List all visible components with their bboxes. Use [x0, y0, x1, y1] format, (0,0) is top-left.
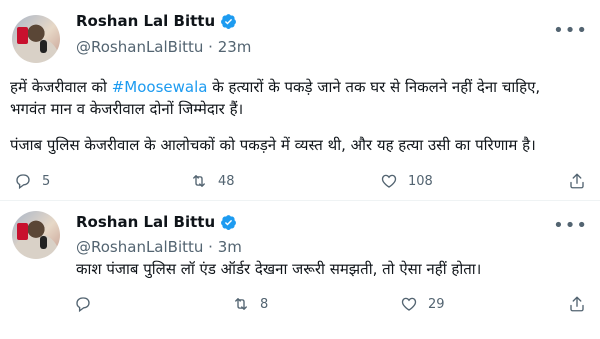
- tweet[interactable]: Roshan Lal Bittu @RoshanLalBittu · 3m ••…: [0, 200, 600, 339]
- share-button[interactable]: [568, 295, 586, 313]
- share-icon: [570, 173, 584, 189]
- retweet-button[interactable]: 48: [190, 172, 235, 190]
- tweet-text-line: हमें केजरीवाल को #Moosewala के हत्यारों …: [10, 76, 540, 98]
- handle-row: @RoshanLalBittu · 3m: [76, 238, 242, 256]
- tweet-text: हमें केजरीवाल को: [10, 78, 112, 96]
- avatar[interactable]: [12, 15, 60, 63]
- hashtag-link[interactable]: #Moosewala: [112, 78, 208, 96]
- author-handle[interactable]: @RoshanLalBittu: [76, 238, 203, 256]
- avatar-detail: [40, 236, 47, 249]
- like-icon: [381, 174, 397, 188]
- tweet-text-line: भगवंत मान व केजरीवाल दोनों जिम्मेदार हैं…: [10, 100, 244, 118]
- tweet-actions: 5 48 108: [0, 172, 600, 192]
- tweet-text-line: पंजाब पुलिस केजरीवाल के आलोचकों को पकड़न…: [10, 136, 536, 154]
- tweet-time[interactable]: · 23m: [208, 38, 251, 56]
- more-options-icon[interactable]: •••: [553, 215, 588, 236]
- tweet-text-line: काश पंजाब पुलिस लॉ एंड ऑर्डर देखना जरूरी…: [76, 260, 482, 278]
- avatar-detail: [17, 27, 28, 44]
- reply-icon: [76, 297, 90, 313]
- reply-icon: [16, 174, 30, 190]
- retweet-icon: [235, 298, 247, 310]
- author-row: Roshan Lal Bittu: [76, 213, 237, 231]
- verified-badge-icon: [221, 13, 237, 29]
- author-name[interactable]: Roshan Lal Bittu: [76, 213, 215, 231]
- author-row: Roshan Lal Bittu: [76, 12, 237, 30]
- retweet-count: 48: [218, 173, 235, 189]
- author-handle[interactable]: @RoshanLalBittu: [76, 38, 203, 56]
- like-icon: [401, 297, 417, 311]
- tweet-text: के हत्यारों के पकड़े जाने तक घर से निकलन…: [207, 78, 541, 96]
- tweet-time[interactable]: · 3m: [208, 238, 242, 256]
- reply-count: 5: [42, 173, 51, 189]
- tweet-actions: 8 29: [0, 295, 600, 315]
- like-button[interactable]: 108: [380, 172, 433, 190]
- verified-badge-icon: [221, 214, 237, 230]
- reply-button[interactable]: [74, 295, 102, 313]
- author-name[interactable]: Roshan Lal Bittu: [76, 12, 215, 30]
- reply-button[interactable]: 5: [14, 172, 50, 190]
- retweet-icon: [193, 175, 205, 187]
- avatar-detail: [40, 40, 47, 53]
- retweet-count: 8: [260, 296, 269, 312]
- more-options-icon[interactable]: •••: [553, 20, 588, 41]
- avatar-detail: [17, 223, 28, 240]
- like-button[interactable]: 29: [400, 295, 445, 313]
- like-count: 108: [408, 173, 433, 189]
- retweet-button[interactable]: 8: [232, 295, 268, 313]
- like-count: 29: [428, 296, 445, 312]
- share-icon: [570, 296, 584, 312]
- tweet[interactable]: Roshan Lal Bittu @RoshanLalBittu · 23m •…: [0, 0, 600, 200]
- handle-row: @RoshanLalBittu · 23m: [76, 38, 251, 56]
- avatar[interactable]: [12, 211, 60, 259]
- share-button[interactable]: [568, 172, 586, 190]
